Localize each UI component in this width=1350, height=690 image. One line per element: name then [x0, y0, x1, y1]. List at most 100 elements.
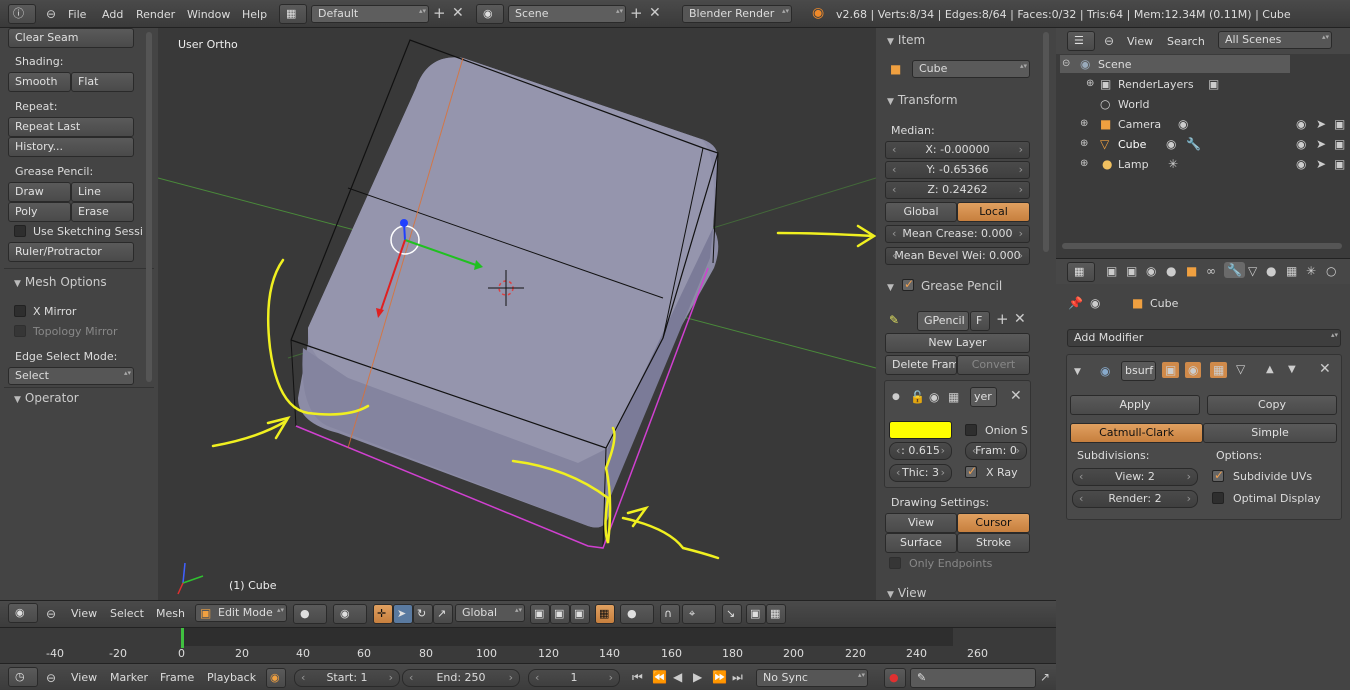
current-frame-field[interactable]: 1	[528, 669, 620, 687]
toolshelf-scrollbar[interactable]	[146, 32, 152, 382]
copy-button[interactable]: Copy	[1207, 395, 1337, 415]
outliner-item-world[interactable]: World	[1118, 98, 1150, 111]
grease-pencil-header[interactable]: ▼	[887, 279, 898, 293]
scene-type-button[interactable]: ◉	[476, 4, 504, 24]
outliner-item-renderlayers[interactable]: RenderLayers	[1118, 78, 1194, 91]
viewport-toggle-icon[interactable]: ◉	[1185, 362, 1202, 378]
render-still-button[interactable]: ▣	[746, 604, 766, 624]
outliner-item-lamp[interactable]: Lamp	[1118, 158, 1149, 171]
editmode-toggle-icon[interactable]: ▦	[1210, 362, 1228, 378]
collapse-menu-icon[interactable]: ⊖	[46, 671, 56, 685]
surface-placement-button[interactable]: Surface	[885, 533, 957, 553]
poly-button[interactable]: Poly	[8, 202, 71, 222]
simple-button[interactable]: Simple	[1203, 423, 1337, 443]
outliner-scrollbar[interactable]	[1062, 243, 1342, 249]
modifiers-tab-icon[interactable]: 🔧	[1224, 262, 1245, 278]
preview-range-button[interactable]: ◉	[266, 668, 286, 688]
delete-frame-button[interactable]: Delete Frame	[885, 355, 957, 375]
viewport-shading-button[interactable]: ●	[293, 604, 327, 624]
render-engine-select[interactable]: Blender Render	[682, 5, 792, 23]
grease-pencil-enable-checkbox[interactable]	[902, 277, 914, 291]
viewport-editor-type-button[interactable]: ◉	[8, 603, 38, 623]
view-header[interactable]: ▼ View	[887, 586, 926, 600]
layout-type-button[interactable]: ▦	[279, 4, 307, 24]
outliner-item-scene[interactable]: Scene	[1098, 58, 1132, 71]
render-anim-button[interactable]: ▦	[766, 604, 786, 624]
global-button[interactable]: Global	[885, 202, 957, 222]
remove-layer-icon[interactable]: ✕	[1010, 389, 1022, 403]
flat-button[interactable]: Flat	[71, 72, 134, 92]
transform-orientation-select[interactable]: Global	[455, 604, 525, 622]
collapse-menu-icon[interactable]: ⊖	[46, 7, 56, 21]
operator-header[interactable]: ▼ Operator	[14, 391, 79, 405]
expand-icon[interactable]: ⊝	[1062, 57, 1070, 71]
constraints-tab-icon[interactable]: ∞	[1206, 264, 1216, 278]
play-icon[interactable]: ▶	[693, 670, 702, 684]
outliner-item-camera[interactable]: Camera	[1118, 118, 1161, 131]
collapse-menu-icon[interactable]: ⊖	[46, 607, 56, 621]
edge-select-dropdown[interactable]: Select	[8, 367, 134, 385]
viewport-scene[interactable]	[158, 28, 876, 600]
gpencil-datablock[interactable]: GPencil	[917, 311, 969, 331]
timeline-menu-frame[interactable]: Frame	[160, 671, 194, 684]
add-icon[interactable]: +	[996, 312, 1009, 327]
properties-editor-type-button[interactable]: ▦	[1067, 262, 1095, 282]
move-down-icon[interactable]: ▼	[1288, 363, 1296, 377]
view-levels-field[interactable]: View: 2	[1072, 468, 1198, 486]
renderable-camera-icon[interactable]: ▣	[1334, 137, 1345, 151]
current-frame-marker[interactable]	[181, 628, 184, 648]
outliner-editor-type-button[interactable]: ☰	[1067, 31, 1095, 51]
properties-scrollbar[interactable]	[1043, 32, 1049, 252]
expand-icon[interactable]: ⊕	[1086, 77, 1094, 91]
selectable-arrow-icon[interactable]: ➤	[1316, 137, 1326, 151]
cage-toggle-icon[interactable]: ▽	[1236, 362, 1245, 376]
pin-icon[interactable]: 📌	[1068, 296, 1083, 310]
texture-tab-icon[interactable]: ▦	[1286, 264, 1297, 278]
add-scene-icon[interactable]: +	[630, 6, 643, 21]
visibility-eye-icon[interactable]: ◉	[1296, 157, 1306, 171]
menu-window[interactable]: Window	[187, 8, 230, 21]
outliner-menu-search[interactable]: Search	[1167, 35, 1205, 48]
apply-button[interactable]: Apply	[1070, 395, 1200, 415]
rotate-manipulator-button[interactable]: ↻	[413, 604, 433, 624]
catmull-clark-button[interactable]: Catmull-Clark	[1070, 423, 1203, 443]
lock-icon[interactable]: 🔓	[910, 390, 925, 404]
jump-keyframe-forward-icon[interactable]: ⏩	[712, 670, 727, 684]
viewport-menu-select[interactable]: Select	[110, 607, 144, 620]
topology-mirror-checkbox[interactable]	[14, 325, 26, 337]
fake-user-button[interactable]: F	[970, 311, 990, 331]
snap-element-button[interactable]: ⌖	[682, 604, 716, 624]
eye-icon[interactable]: ◉	[929, 390, 939, 404]
layer-color-swatch[interactable]	[889, 421, 952, 439]
median-x-field[interactable]: X: -0.00000	[885, 141, 1030, 159]
mean-crease-field[interactable]: Mean Crease: 0.000	[885, 225, 1030, 243]
cursor-placement-button[interactable]: Cursor	[957, 513, 1030, 533]
view-placement-button[interactable]: View	[885, 513, 957, 533]
snap-toggle-button[interactable]: ∩	[660, 604, 680, 624]
render-tab-icon[interactable]: ▣	[1106, 264, 1117, 278]
selectable-arrow-icon[interactable]: ➤	[1316, 157, 1326, 171]
collapse-menu-icon[interactable]: ⊖	[1104, 34, 1114, 48]
mean-bevel-field[interactable]: Mean Bevel Wei: 0.000	[885, 247, 1030, 265]
world-tab-icon[interactable]: ●	[1166, 264, 1176, 278]
move-up-icon[interactable]: ▲	[1266, 363, 1274, 377]
scene-select[interactable]: Scene	[508, 5, 626, 23]
expand-icon[interactable]: ⊕	[1080, 137, 1088, 151]
physics-tab-icon[interactable]: ○	[1326, 264, 1336, 278]
scene-tab-icon[interactable]: ◉	[1146, 264, 1156, 278]
jump-end-icon[interactable]: ⏭	[732, 670, 743, 684]
stroke-placement-button[interactable]: Stroke	[957, 533, 1030, 553]
end-frame-field[interactable]: End: 250	[402, 669, 520, 687]
proportional-edit-button[interactable]: ●	[620, 604, 654, 624]
renderable-camera-icon[interactable]: ▣	[1334, 117, 1345, 131]
menu-render[interactable]: Render	[136, 8, 175, 21]
add-modifier-select[interactable]: Add Modifier	[1067, 329, 1341, 347]
line-button[interactable]: Line	[71, 182, 134, 202]
close-icon[interactable]: ✕	[1014, 312, 1026, 326]
opacity-field[interactable]: : 0.615	[889, 442, 952, 460]
face-select-button[interactable]: ▣	[570, 604, 590, 624]
subdivide-uvs-checkbox[interactable]	[1212, 468, 1224, 482]
viewport-menu-view[interactable]: View	[71, 607, 97, 620]
layout-select[interactable]: Default	[311, 5, 429, 23]
clear-seam-button[interactable]: Clear Seam	[8, 28, 134, 48]
